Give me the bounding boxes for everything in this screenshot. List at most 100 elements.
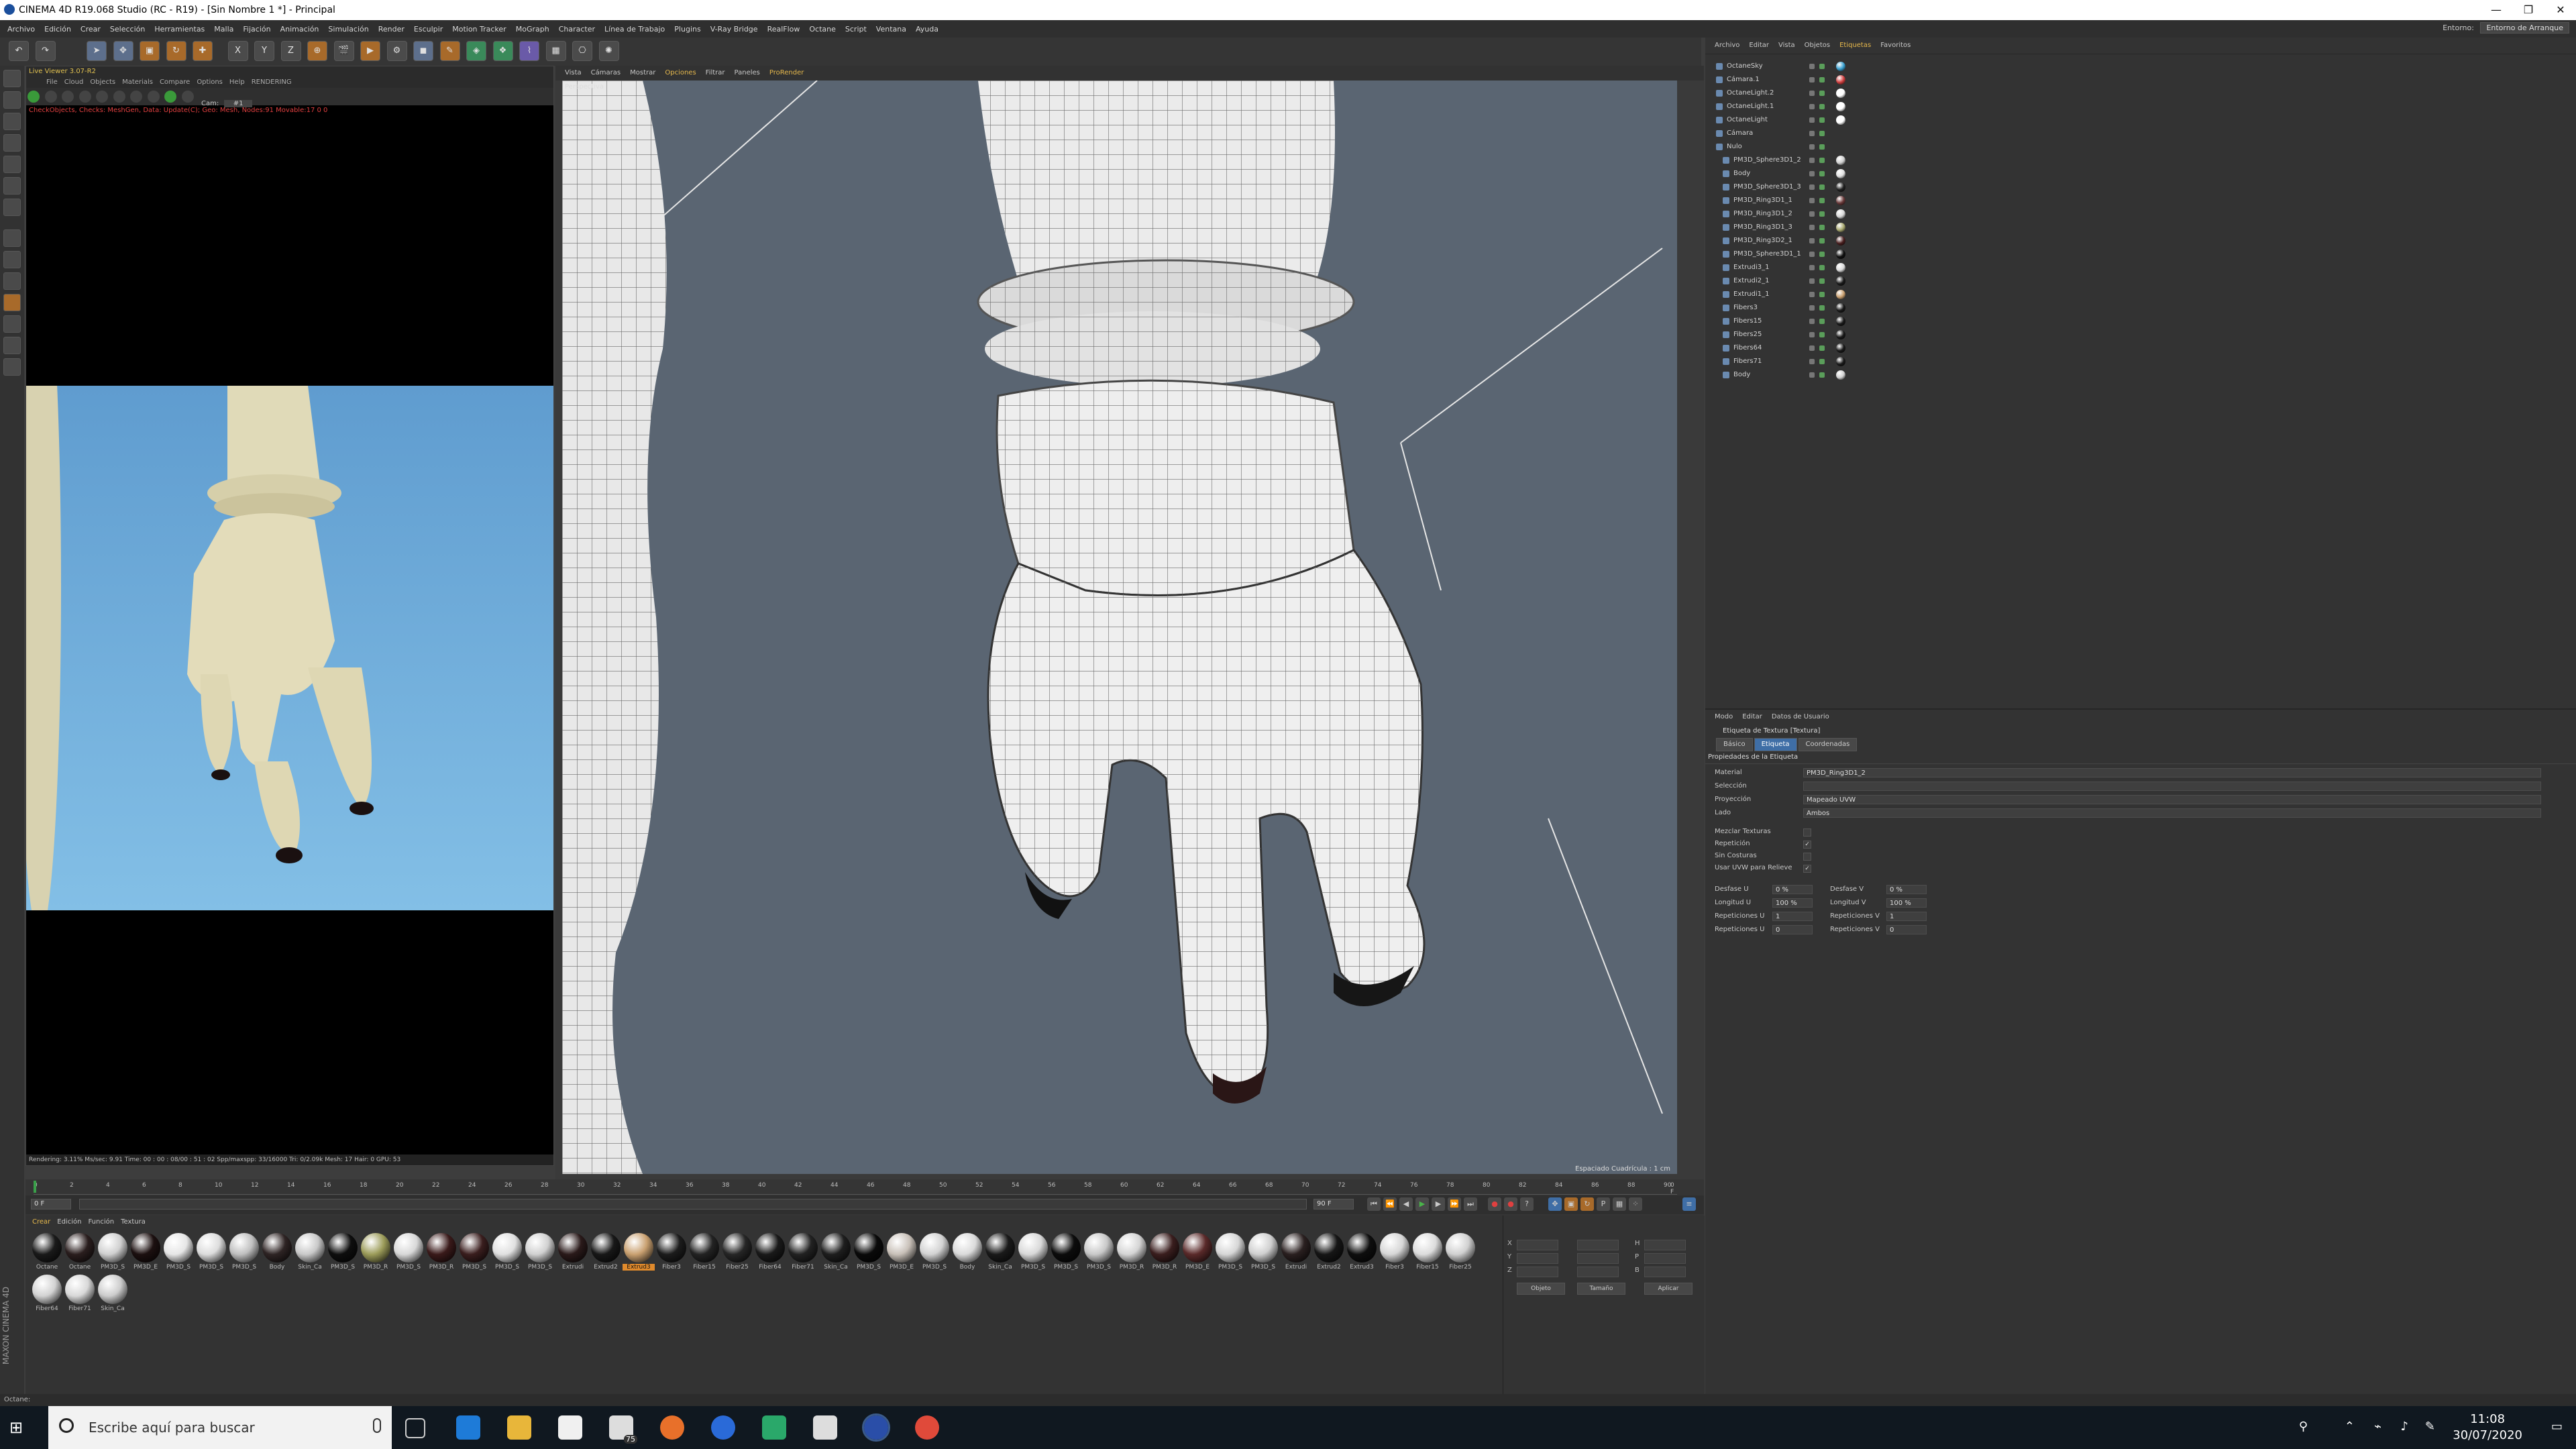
material-swatch[interactable]: Fiber25 — [1444, 1233, 1477, 1271]
size-z-field[interactable] — [1577, 1267, 1619, 1277]
pause-icon[interactable] — [62, 91, 74, 103]
rot-b-field[interactable] — [1644, 1267, 1686, 1277]
subdivision-icon[interactable]: ◈ — [466, 41, 486, 61]
material-swatch[interactable]: Fiber3 — [655, 1233, 688, 1271]
material-swatch[interactable]: PM3D_S — [162, 1233, 195, 1271]
numeric-field[interactable]: 100 % — [1886, 898, 1927, 908]
numeric-field[interactable]: 0 — [1772, 925, 1813, 934]
visibility-dot-icon[interactable] — [1809, 238, 1815, 244]
undo-icon[interactable]: ↶ — [9, 41, 29, 61]
timeline-ruler[interactable]: 0246810121416182022242628303234363840424… — [34, 1181, 1677, 1195]
material-swatch[interactable]: PM3D_E — [885, 1233, 918, 1271]
menu-item[interactable]: Edición — [44, 25, 71, 34]
layout-dropdown[interactable]: Entorno de Arranque — [2480, 22, 2569, 34]
texture-tag-icon[interactable] — [1836, 236, 1845, 246]
attribute-tab[interactable]: Etiqueta — [1754, 738, 1797, 751]
material-swatch[interactable]: PM3D_S — [1017, 1233, 1049, 1271]
material-swatch[interactable]: PM3D_E — [129, 1233, 162, 1271]
live-viewer-menu-item[interactable]: Options — [197, 77, 223, 88]
menu-item[interactable]: Script — [845, 25, 867, 34]
record-icon[interactable]: ● — [1488, 1197, 1501, 1211]
viewport-canvas[interactable]: Perspectiva Espaciado Cuadrícula: 1 cm — [562, 80, 1677, 1174]
object-row[interactable]: PM3D_Ring3D1_1 — [1705, 194, 2557, 207]
texture-tag-icon[interactable] — [1836, 317, 1845, 326]
enabled-check-icon[interactable] — [1819, 252, 1825, 257]
material-swatch[interactable]: Fiber71 — [64, 1275, 96, 1312]
store-icon[interactable] — [558, 1415, 582, 1440]
pen-tray-icon[interactable]: ✎ — [2425, 1419, 2435, 1434]
object-row[interactable]: Body — [1705, 368, 2557, 382]
render-view-icon[interactable]: 🎬 — [333, 41, 354, 61]
material-swatch[interactable]: Fiber15 — [1411, 1233, 1444, 1271]
material-swatch[interactable]: Fiber71 — [787, 1233, 819, 1271]
visibility-dot-icon[interactable] — [1809, 278, 1815, 284]
material-swatch[interactable]: Skin_Ca — [820, 1233, 852, 1271]
object-row[interactable]: Fibers15 — [1705, 315, 2557, 328]
live-viewer-menu-item[interactable]: File — [46, 77, 58, 88]
live-viewer-menu-item[interactable]: Materials — [122, 77, 153, 88]
key-pla-icon[interactable]: ▦ — [1613, 1197, 1626, 1211]
menu-item[interactable]: Animación — [280, 25, 319, 34]
enabled-check-icon[interactable] — [1819, 238, 1825, 244]
taskbar-search[interactable]: Escribe aquí para buscar — [48, 1406, 392, 1449]
menu-item[interactable]: V-Ray Bridge — [710, 25, 758, 34]
texture-tag-icon[interactable] — [1836, 330, 1845, 339]
object-menu-item[interactable]: Vista — [1778, 38, 1795, 54]
object-row[interactable]: OctaneSky — [1705, 60, 2557, 73]
people-icon[interactable]: ⚲ — [2299, 1419, 2308, 1434]
workplane-icon[interactable] — [3, 294, 21, 311]
object-row[interactable]: Cámara — [1705, 127, 2557, 140]
object-row[interactable]: PM3D_Sphere3D1_2 — [1705, 154, 2557, 167]
object-menu-item[interactable]: Favoritos — [1880, 38, 1911, 54]
material-menu-item[interactable]: Crear — [32, 1216, 50, 1229]
menu-item[interactable]: Octane — [809, 25, 836, 34]
go-start-icon[interactable]: ⏮ — [1367, 1197, 1381, 1211]
restart-icon[interactable] — [44, 91, 57, 103]
object-menu-item[interactable]: Editar — [1749, 38, 1769, 54]
size-mode-dropdown[interactable]: Tamaño — [1577, 1283, 1625, 1295]
enabled-check-icon[interactable] — [1819, 158, 1825, 163]
y-axis-button[interactable]: Y — [254, 41, 274, 61]
settings-icon[interactable] — [96, 91, 108, 103]
visibility-dot-icon[interactable] — [1809, 117, 1815, 123]
viewport-menu-item[interactable]: ProRender — [769, 66, 804, 80]
material-swatch[interactable]: PM3D_S — [392, 1233, 425, 1271]
material-swatch[interactable]: PM3D_S — [1083, 1233, 1115, 1271]
volume-icon[interactable]: ♪ — [2401, 1419, 2409, 1434]
texture-tag-icon[interactable] — [1836, 303, 1845, 313]
texture-mode-icon[interactable] — [3, 91, 21, 109]
scene-icon[interactable]: ▦ — [545, 41, 566, 61]
object-row[interactable]: OctaneLight.1 — [1705, 100, 2557, 113]
cinema4d-taskbar-icon[interactable] — [862, 1413, 890, 1442]
attribute-menu-item[interactable]: Modo — [1715, 710, 1733, 724]
material-swatch[interactable]: Octane — [64, 1233, 96, 1271]
material-swatch[interactable]: PM3D_S — [491, 1233, 523, 1271]
rot-h-field[interactable] — [1644, 1240, 1686, 1250]
material-swatch[interactable]: PM3D_E — [1181, 1233, 1214, 1271]
texture-tag-icon[interactable] — [1836, 115, 1845, 125]
menu-item[interactable]: Malla — [214, 25, 233, 34]
object-row[interactable]: Fibers64 — [1705, 341, 2557, 355]
key-position-icon[interactable]: ✥ — [1548, 1197, 1562, 1211]
enabled-check-icon[interactable] — [1819, 91, 1825, 96]
menu-item[interactable]: Herramientas — [154, 25, 205, 34]
menu-item[interactable]: Character — [559, 25, 595, 34]
material-swatch[interactable]: Skin_Ca — [294, 1233, 326, 1271]
z-axis-button[interactable]: Z — [280, 41, 301, 61]
visibility-dot-icon[interactable] — [1809, 252, 1815, 257]
points-mode-icon[interactable] — [3, 134, 21, 152]
prev-key-icon[interactable]: ⏪ — [1383, 1197, 1397, 1211]
visibility-dot-icon[interactable] — [1809, 292, 1815, 297]
visibility-dot-icon[interactable] — [1809, 184, 1815, 190]
enable-axis-icon[interactable] — [3, 229, 21, 247]
object-row[interactable]: PM3D_Ring3D1_2 — [1705, 207, 2557, 221]
material-swatch[interactable]: Extrud3 — [623, 1233, 655, 1271]
enabled-check-icon[interactable] — [1819, 359, 1825, 364]
material-swatch[interactable]: Body — [951, 1233, 983, 1271]
attribute-tab[interactable]: Coordenadas — [1798, 738, 1858, 751]
rotate-icon[interactable]: ↻ — [166, 41, 186, 61]
light-icon[interactable]: ✺ — [598, 41, 619, 61]
material-swatch[interactable]: Skin_Ca — [97, 1275, 129, 1312]
pos-x-field[interactable] — [1517, 1240, 1558, 1250]
cube-icon[interactable]: ◼ — [413, 41, 433, 61]
